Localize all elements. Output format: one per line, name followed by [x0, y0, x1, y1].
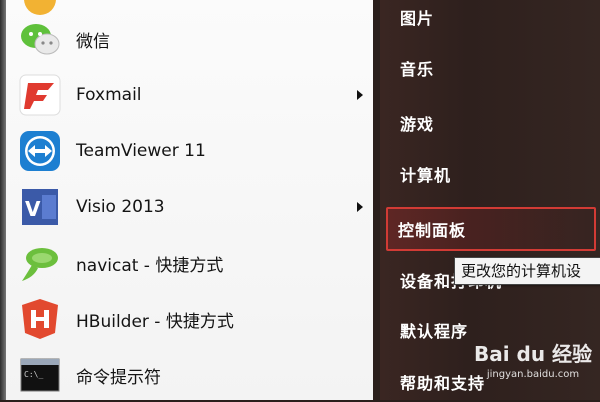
program-label: TeamViewer 11 — [76, 141, 206, 161]
foxmail-icon — [18, 73, 62, 117]
places-label: 控制面板 — [398, 221, 467, 240]
program-item-command-prompt[interactable]: C:\_ 命令提示符 — [14, 350, 369, 400]
places-item-pictures[interactable]: 图片 — [390, 0, 590, 37]
program-label: Visio 2013 — [76, 197, 165, 217]
program-item-hbuilder[interactable]: HBuilder - 快捷方式 — [14, 294, 369, 344]
places-label: 计算机 — [400, 166, 452, 185]
navicat-icon — [18, 241, 62, 285]
submenu-arrow-icon[interactable] — [357, 202, 363, 212]
places-label: 图片 — [400, 9, 435, 28]
places-item-default-programs[interactable]: 默认程序 — [390, 310, 590, 350]
command-prompt-icon: C:\_ — [18, 353, 62, 397]
start-menu-programs-panel: 微信 Foxmail TeamViewer 11 V Visio 2013 na… — [0, 0, 373, 400]
control-panel-tooltip: 更改您的计算机设 — [454, 257, 600, 285]
visio-icon: V — [18, 185, 62, 229]
start-menu-places-panel: 图片 音乐 游戏 计算机 控制面板 设备和打印机 默认程序 帮助和支持 — [380, 0, 600, 400]
program-item-teamviewer[interactable]: TeamViewer 11 — [14, 126, 369, 176]
places-item-games[interactable]: 游戏 — [390, 103, 590, 143]
svg-text:V: V — [25, 197, 41, 221]
wechat-icon — [18, 17, 62, 61]
program-item-wechat[interactable]: 微信 — [14, 14, 369, 64]
program-label: 微信 — [76, 31, 110, 52]
program-label: HBuilder - 快捷方式 — [76, 311, 234, 332]
places-item-help-support[interactable]: 帮助和支持 — [390, 362, 590, 402]
program-item-foxmail[interactable]: Foxmail — [14, 70, 369, 120]
teamviewer-icon — [18, 129, 62, 173]
places-label: 默认程序 — [400, 322, 469, 341]
hbuilder-icon — [18, 297, 62, 341]
places-label: 音乐 — [400, 60, 435, 79]
places-label: 游戏 — [400, 115, 435, 134]
program-label: navicat - 快捷方式 — [76, 255, 224, 276]
program-label: Foxmail — [76, 85, 142, 105]
places-item-control-panel[interactable]: 控制面板 — [386, 207, 596, 251]
program-label: 命令提示符 — [76, 367, 161, 388]
places-item-computer[interactable]: 计算机 — [390, 154, 590, 194]
places-label: 帮助和支持 — [400, 374, 486, 393]
program-item-visio[interactable]: V Visio 2013 — [14, 182, 369, 232]
program-item-navicat[interactable]: navicat - 快捷方式 — [14, 238, 369, 288]
svg-text:C:\_: C:\_ — [24, 370, 43, 379]
submenu-arrow-icon[interactable] — [357, 90, 363, 100]
places-item-music[interactable]: 音乐 — [390, 48, 590, 88]
